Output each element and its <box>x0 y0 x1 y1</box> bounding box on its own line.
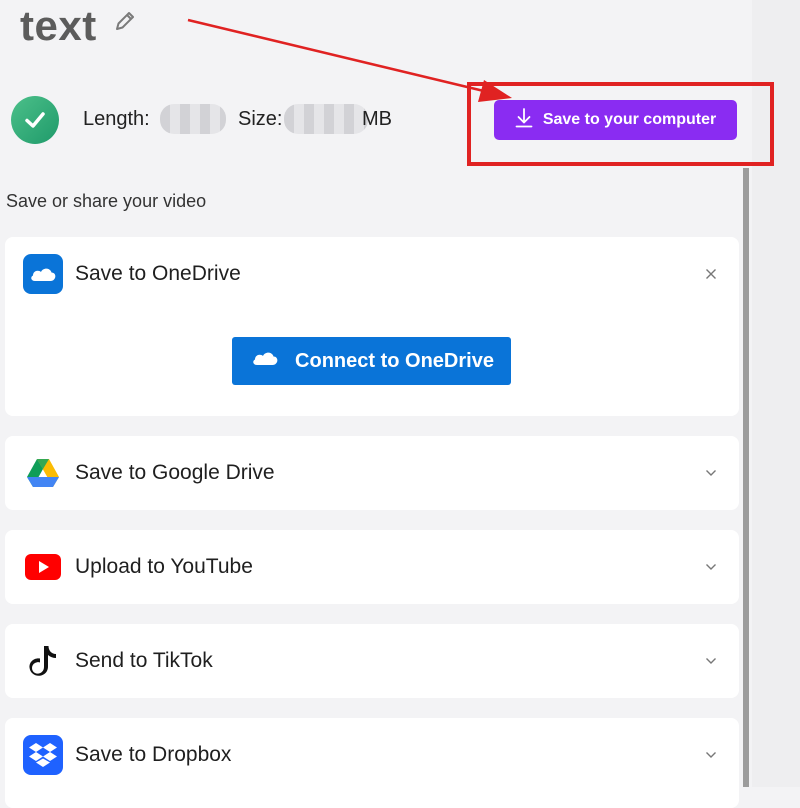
connect-onedrive-button[interactable]: Connect to OneDrive <box>232 337 511 385</box>
chevron-down-icon[interactable] <box>703 653 719 669</box>
size-value-redacted <box>284 104 368 134</box>
section-label: Save or share your video <box>6 191 207 211</box>
youtube-title: Upload to YouTube <box>75 555 253 578</box>
length-value-redacted <box>160 104 226 134</box>
tiktok-card[interactable]: Send to TikTok <box>5 624 739 698</box>
google-drive-title: Save to Google Drive <box>75 461 275 484</box>
size-unit: MB <box>362 108 392 130</box>
pencil-icon[interactable] <box>112 8 138 34</box>
annotation-highlight-box <box>467 82 774 166</box>
connect-onedrive-label: Connect to OneDrive <box>295 349 494 372</box>
google-drive-card[interactable]: Save to Google Drive <box>5 436 739 510</box>
size-label: Size: <box>238 108 283 130</box>
onedrive-card: Save to OneDrive Connect to OneDrive <box>5 237 739 416</box>
length-label: Length: <box>83 108 150 130</box>
chevron-down-icon[interactable] <box>703 465 719 481</box>
cloud-icon <box>249 348 281 374</box>
tiktok-title: Send to TikTok <box>75 649 213 672</box>
chevron-down-icon[interactable] <box>703 747 719 763</box>
close-icon[interactable] <box>703 266 719 282</box>
onedrive-title: Save to OneDrive <box>75 262 241 285</box>
chevron-down-icon[interactable] <box>703 559 719 575</box>
dropbox-title: Save to Dropbox <box>75 743 232 766</box>
page-title: text <box>20 2 97 49</box>
youtube-card[interactable]: Upload to YouTube <box>5 530 739 604</box>
tiktok-icon <box>23 641 63 681</box>
youtube-icon <box>23 547 63 587</box>
dropbox-icon <box>23 735 63 775</box>
onedrive-icon <box>23 254 63 294</box>
check-circle-icon <box>11 96 59 144</box>
dropbox-card[interactable]: Save to Dropbox <box>5 718 739 808</box>
scrollbar[interactable] <box>743 168 749 787</box>
google-drive-icon <box>23 453 63 493</box>
